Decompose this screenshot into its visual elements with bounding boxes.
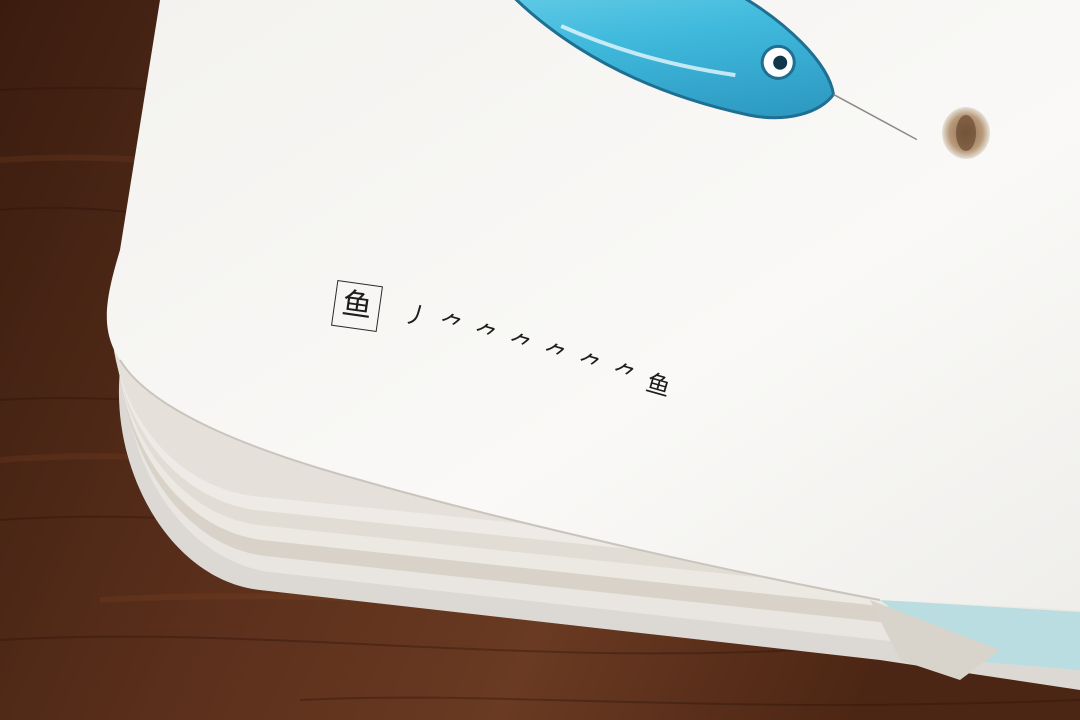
photo-background [0,0,1080,720]
photo-scene: 鱼 丿 ⺈ ⺈ ⺈ ⺈ ⺈ ⺈ 鱼 [0,0,1080,720]
